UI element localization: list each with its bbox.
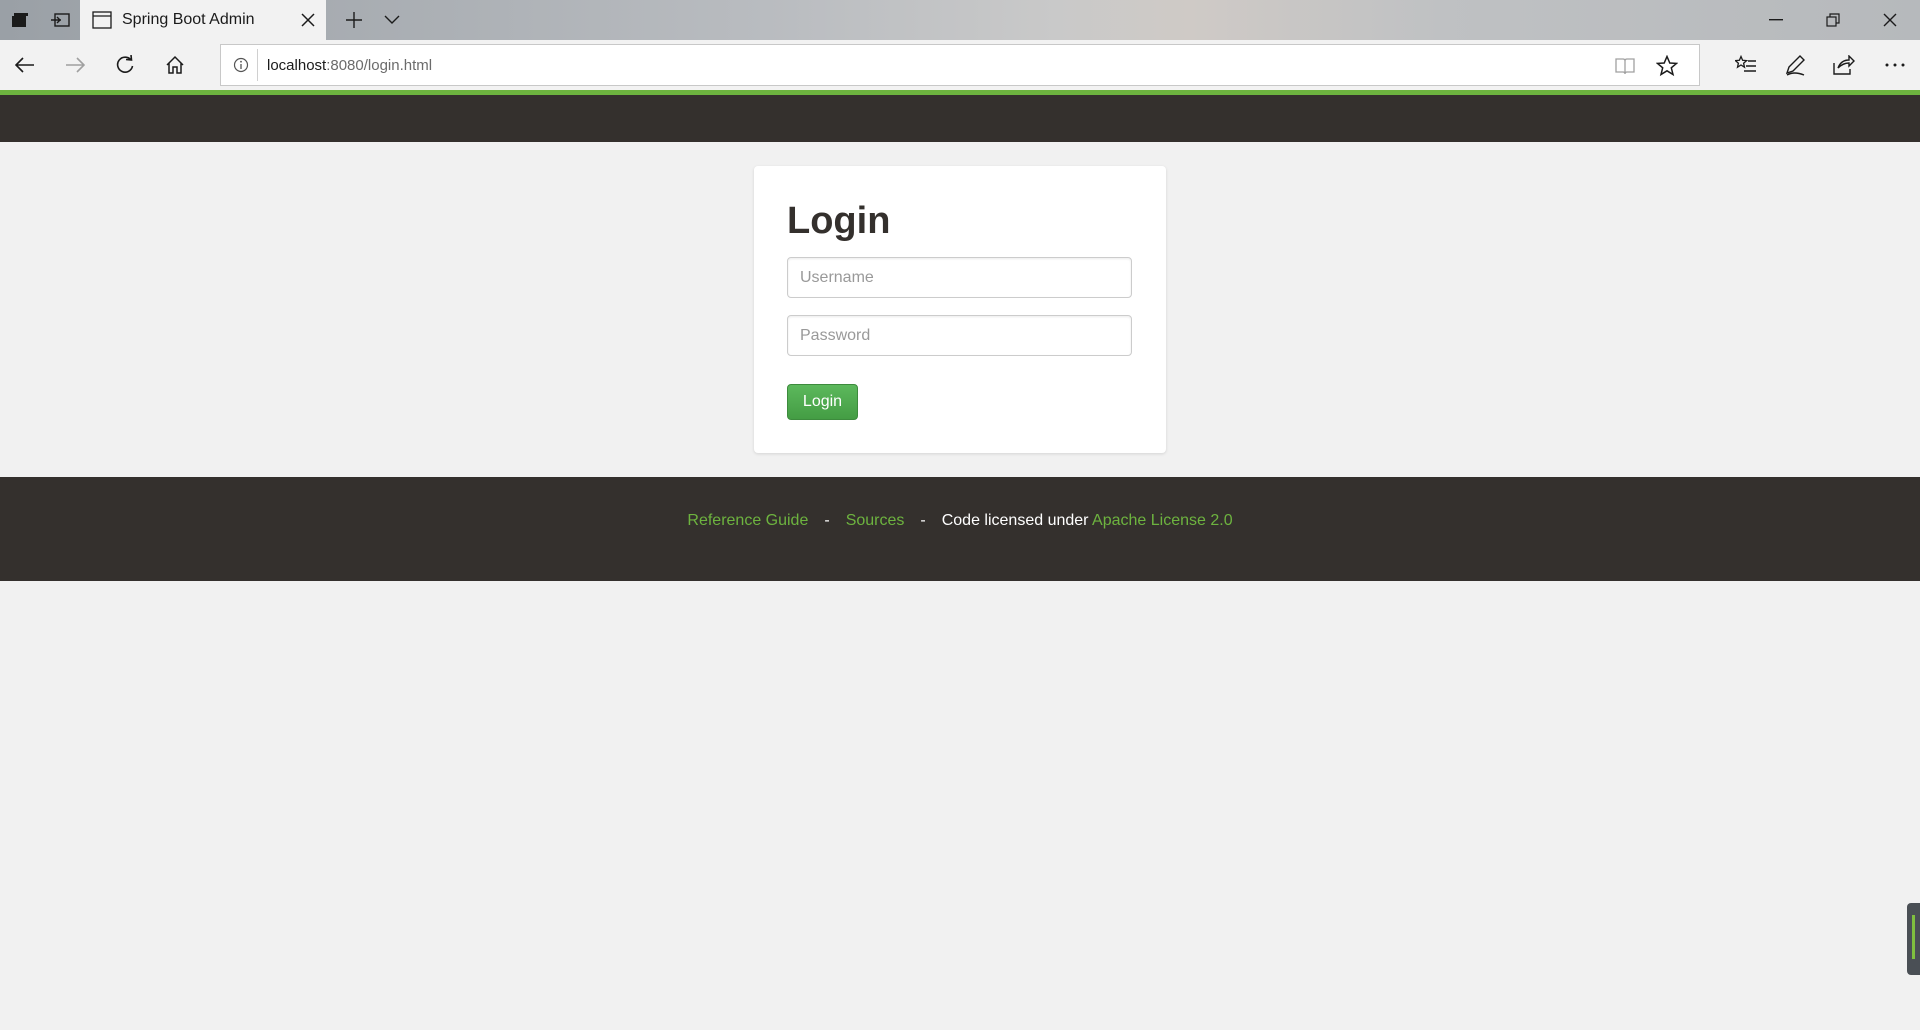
set-aside-tabs-icon[interactable] xyxy=(40,0,80,40)
side-panel-handle[interactable] xyxy=(1907,903,1920,975)
license-prefix: Code licensed under xyxy=(941,512,1089,529)
home-icon[interactable] xyxy=(155,45,195,85)
new-tab-icon[interactable] xyxy=(334,0,374,40)
forward-icon[interactable] xyxy=(55,45,95,85)
reference-guide-link[interactable]: Reference Guide xyxy=(687,512,808,529)
close-tab-icon[interactable] xyxy=(298,10,318,30)
sources-link[interactable]: Sources xyxy=(846,512,905,529)
favorites-list-icon[interactable] xyxy=(1726,45,1766,85)
address-host: localhost xyxy=(267,57,327,74)
more-options-icon[interactable] xyxy=(1875,45,1915,85)
address-divider xyxy=(257,49,258,81)
share-icon[interactable] xyxy=(1824,45,1864,85)
site-header-bar xyxy=(0,95,1920,142)
login-panel: Login Login xyxy=(754,166,1166,453)
browser-toolbar: localhost:8080/login.html xyxy=(0,40,1920,90)
favorite-star-icon[interactable] xyxy=(1651,50,1683,82)
address-path: :8080/login.html xyxy=(326,57,433,74)
footer-links: Reference Guide - Sources - Code licensed un… xyxy=(0,512,1920,530)
login-heading: Login xyxy=(787,200,891,242)
browser-tab-strip: Spring Boot Admin xyxy=(0,0,1920,40)
page-icon xyxy=(92,11,112,29)
restore-icon[interactable] xyxy=(1805,0,1861,40)
apache-license-link[interactable]: Apache License 2.0 xyxy=(1092,512,1233,529)
address-bar[interactable]: localhost:8080/login.html xyxy=(220,44,1700,86)
back-icon[interactable] xyxy=(5,45,45,85)
site-info-icon[interactable] xyxy=(231,55,251,75)
address-url[interactable]: localhost:8080/login.html xyxy=(267,57,432,74)
footer-separator: - xyxy=(920,512,926,529)
chevron-down-icon[interactable] xyxy=(372,0,412,40)
username-input[interactable] xyxy=(787,257,1132,298)
tab-spring-boot-admin[interactable]: Spring Boot Admin xyxy=(80,0,326,40)
site-footer: Reference Guide - Sources - Code licensed un… xyxy=(0,477,1920,581)
tab-actions-icon[interactable] xyxy=(0,0,40,40)
minimize-icon[interactable] xyxy=(1748,0,1804,40)
side-panel-indicator xyxy=(1912,915,1915,959)
tab-title: Spring Boot Admin xyxy=(122,11,255,28)
reading-view-icon[interactable] xyxy=(1609,50,1641,82)
login-button[interactable]: Login xyxy=(787,384,858,420)
password-input[interactable] xyxy=(787,315,1132,356)
close-window-icon[interactable] xyxy=(1862,0,1918,40)
footer-separator: - xyxy=(824,512,830,529)
notes-pen-icon[interactable] xyxy=(1775,45,1815,85)
refresh-icon[interactable] xyxy=(105,45,145,85)
